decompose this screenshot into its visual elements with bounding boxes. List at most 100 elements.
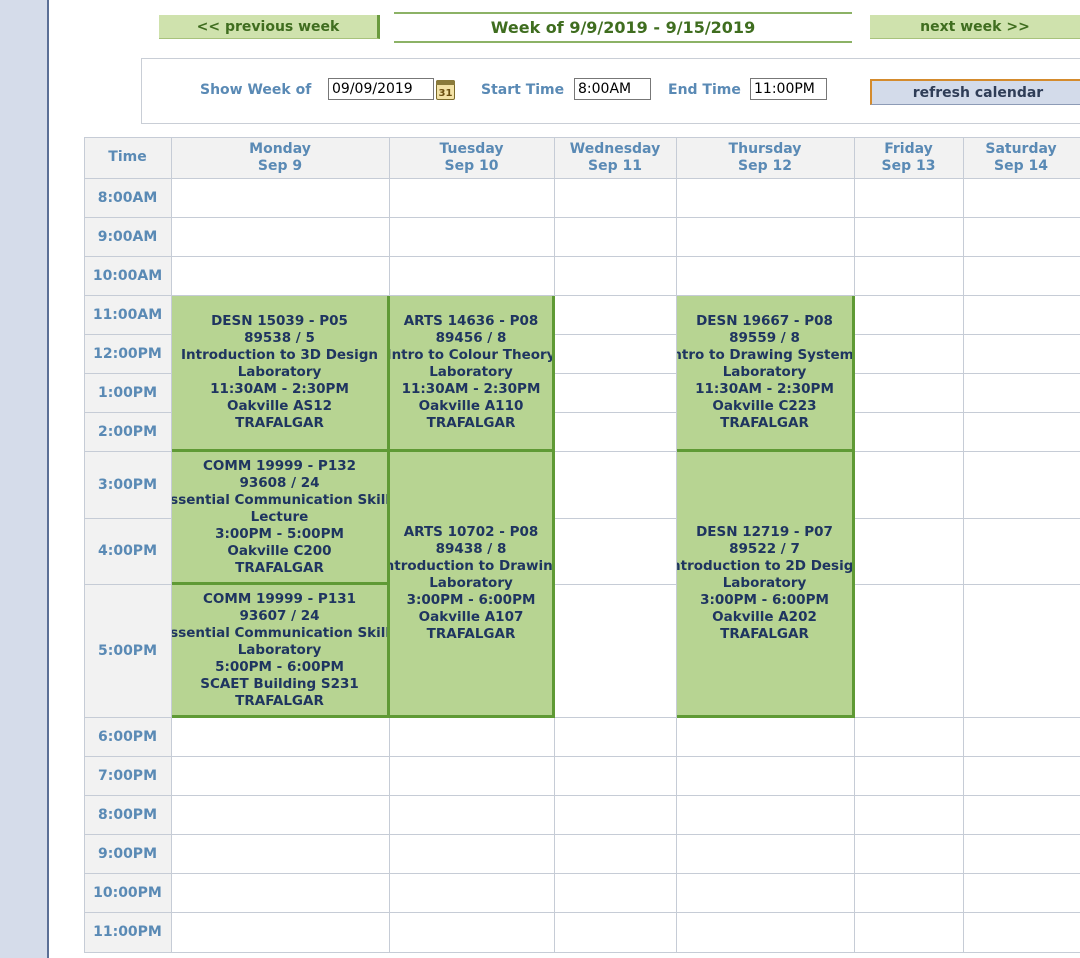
grid-row-line [84, 873, 1080, 874]
campus: TRAFALGAR [235, 415, 324, 431]
grid-column-line [963, 137, 964, 952]
section-seats: 89522 / 7 [729, 541, 800, 557]
day-header-monday: Monday Sep 9 [249, 140, 311, 174]
time-label: 10:00PM [93, 884, 162, 901]
class-type: Lecture [250, 508, 309, 525]
class-time: 5:00PM - 6:00PM [215, 658, 344, 675]
class-room: Oakville C223 [712, 398, 817, 414]
time-label: 7:00PM [97, 767, 157, 784]
previous-week-button[interactable]: << previous week [159, 15, 380, 39]
grid-row-line [84, 795, 1080, 796]
grid-row-line [84, 756, 1080, 757]
course-title: Intro to Drawing Systems [677, 347, 855, 363]
calendar-picker-icon[interactable]: 31 [436, 80, 455, 100]
class-time: 3:00PM - 5:00PM [215, 525, 344, 542]
course-code: DESN 12719 - P07 [696, 524, 833, 540]
class-type: Laboratory [237, 364, 322, 380]
event-block[interactable]: DESN 15039 - P05 89538 / 5 Introduction … [172, 296, 390, 452]
time-label: 3:00PM [97, 476, 157, 493]
time-label: 10:00AM [92, 267, 163, 284]
event-block[interactable]: COMM 19999 - P131 93607 / 24 Essential C… [172, 585, 390, 718]
refresh-calendar-button[interactable]: refresh calendar [870, 79, 1080, 105]
course-code: ARTS 10702 - P08 [403, 524, 539, 540]
grid-row-line [84, 834, 1080, 835]
time-label: 2:00PM [97, 423, 157, 440]
grid-row-line [84, 912, 1080, 913]
course-title: Introduction to Drawing [390, 558, 555, 574]
time-label: 5:00PM [97, 642, 157, 659]
class-room: Oakville AS12 [226, 398, 333, 414]
event-block[interactable]: ARTS 14636 - P08 89456 / 8 Intro to Colo… [390, 296, 555, 452]
section-seats: 89456 / 8 [435, 330, 507, 346]
section-seats: 93607 / 24 [239, 607, 320, 624]
class-type: Laboratory [237, 641, 322, 658]
campus: TRAFALGAR [235, 692, 324, 709]
course-code: ARTS 14636 - P08 [403, 313, 539, 329]
time-label: 9:00AM [97, 228, 158, 245]
section-seats: 89438 / 8 [435, 541, 507, 557]
course-code: DESN 15039 - P05 [211, 313, 348, 329]
event-block[interactable]: DESN 19667 - P08 89559 / 8 Intro to Draw… [677, 296, 855, 452]
time-label: 1:00PM [97, 384, 157, 401]
grid-row-line [84, 256, 1080, 257]
class-time: 11:30AM - 2:30PM [695, 381, 834, 397]
time-label: 9:00PM [97, 845, 157, 862]
campus: TRAFALGAR [235, 559, 324, 576]
section-seats: 89538 / 5 [244, 330, 315, 346]
time-column-header: Time [108, 149, 147, 165]
day-header-friday: Friday Sep 13 [881, 140, 936, 174]
course-title: Essential Communication Skills [172, 624, 390, 641]
class-time: 3:00PM - 6:00PM [406, 592, 536, 608]
class-room: Oakville C200 [227, 542, 332, 559]
class-time: 11:30AM - 2:30PM [210, 381, 349, 397]
start-time-input[interactable] [574, 78, 651, 100]
course-title: Intro to Colour Theory [390, 347, 555, 363]
end-time-label: End Time [668, 82, 741, 98]
course-title: Introduction to 2D Design [677, 558, 855, 574]
show-week-date-input[interactable] [328, 78, 434, 100]
day-header-thursday: Thursday Sep 12 [728, 140, 802, 174]
course-code: DESN 19667 - P08 [696, 313, 833, 329]
end-time-input[interactable] [750, 78, 827, 100]
class-type: Laboratory [429, 575, 513, 591]
class-type: Laboratory [722, 575, 807, 591]
course-title: Essential Communication Skills [172, 491, 390, 508]
course-title: Introduction to 3D Design [181, 347, 378, 363]
time-label: 6:00PM [97, 728, 157, 745]
time-label: 4:00PM [97, 543, 157, 559]
left-sidebar-strip [0, 0, 47, 958]
course-code: COMM 19999 - P131 [203, 590, 356, 607]
campus: TRAFALGAR [720, 415, 809, 431]
time-label: 11:00PM [93, 924, 162, 940]
grid-row-line [84, 178, 1080, 179]
time-label: 11:00AM [92, 306, 163, 323]
time-label: 12:00PM [93, 345, 162, 362]
class-type: Laboratory [429, 364, 513, 380]
class-type: Laboratory [722, 364, 807, 380]
event-block[interactable]: DESN 12719 - P07 89522 / 7 Introduction … [677, 452, 855, 718]
class-room: Oakville A110 [418, 398, 524, 414]
event-block[interactable]: COMM 19999 - P132 93608 / 24 Essential C… [172, 452, 390, 585]
week-title: Week of 9/9/2019 - 9/15/2019 [394, 12, 852, 43]
campus: TRAFALGAR [426, 626, 516, 642]
class-time: 11:30AM - 2:30PM [401, 381, 541, 397]
time-label: 8:00PM [97, 806, 157, 823]
show-week-label: Show Week of [200, 82, 312, 98]
campus: TRAFALGAR [426, 415, 516, 431]
campus: TRAFALGAR [720, 626, 809, 642]
next-week-button[interactable]: next week >> [870, 15, 1080, 39]
class-room: SCAET Building S231 [200, 675, 359, 692]
day-header-tuesday: Tuesday Sep 10 [439, 140, 504, 174]
day-header-saturday: Saturday Sep 14 [985, 140, 1057, 174]
class-room: Oakville A202 [712, 609, 817, 625]
calendar-icon-day: 31 [438, 88, 453, 99]
class-room: Oakville A107 [418, 609, 524, 625]
section-seats: 89559 / 8 [729, 330, 800, 346]
class-time: 3:00PM - 6:00PM [700, 592, 829, 608]
sidebar-divider [47, 0, 49, 958]
start-time-label: Start Time [481, 82, 565, 98]
course-code: COMM 19999 - P132 [203, 457, 356, 474]
event-block[interactable]: ARTS 10702 - P08 89438 / 8 Introduction … [390, 452, 555, 718]
day-header-wednesday: Wednesday Sep 11 [569, 140, 661, 174]
grid-row-line [84, 952, 1080, 953]
